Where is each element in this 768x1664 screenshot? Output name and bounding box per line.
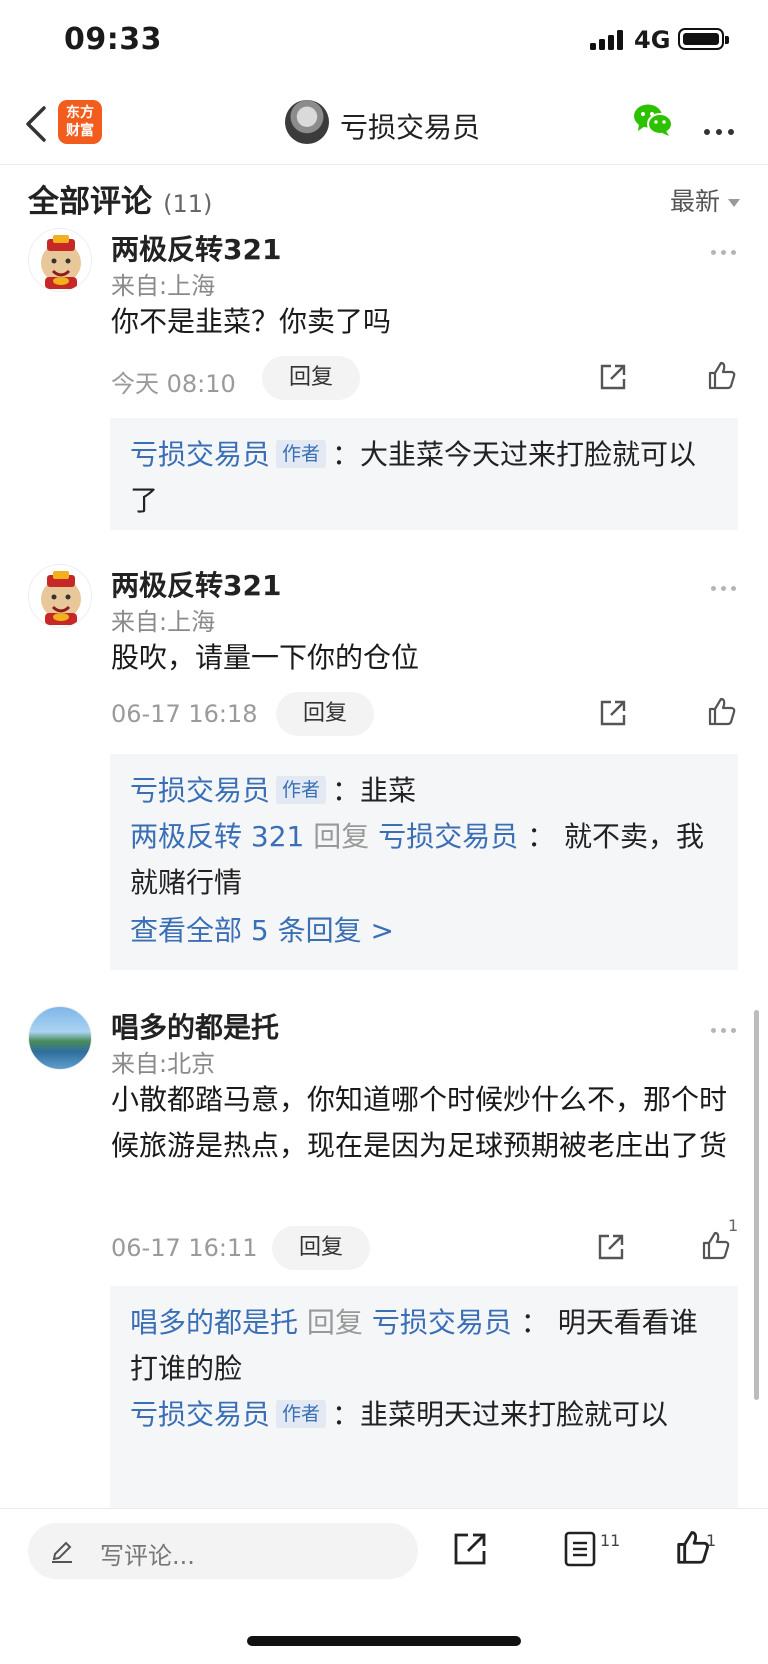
view-all-replies-link[interactable]: 查看全部 5 条回复 > xyxy=(130,908,718,954)
share-icon[interactable] xyxy=(598,698,628,728)
reply-author[interactable]: 亏损交易员 xyxy=(130,438,270,471)
reply-box: 亏损交易员 作者 ：韭菜 两极反转 321 回复 亏损交易员 ： 就不卖，我就赌行情… xyxy=(110,754,738,970)
reply-author[interactable]: 亏损交易员 xyxy=(130,1398,270,1431)
author-badge: 作者 xyxy=(276,440,327,468)
reply-line: 亏损交易员 作者 ：大韭菜今天过来打脸就可以了 xyxy=(130,432,718,524)
god-of-wealth-avatar-icon xyxy=(41,571,81,625)
reply-box: 唱多的都是托 回复 亏损交易员 ： 明天看看谁打谁的脸 亏损交易员 作者 ：韭菜明天… xyxy=(110,1286,738,1526)
reply-line: 亏损交易员 作者 ：韭菜 xyxy=(130,768,718,814)
pen-icon xyxy=(52,1541,72,1563)
comment-location: 来自:上海 xyxy=(111,272,216,300)
back-icon[interactable] xyxy=(24,104,48,144)
comment-more-icon[interactable] xyxy=(711,576,741,595)
comment-username[interactable]: 两极反转321 xyxy=(111,228,281,268)
comment-time: 06-17 16:11 xyxy=(111,1234,258,1262)
reply-text: 韭菜 xyxy=(360,774,417,807)
reply-separator: ： xyxy=(332,438,361,471)
like-icon[interactable] xyxy=(706,360,738,392)
reply-author[interactable]: 亏损交易员 xyxy=(130,774,270,807)
comments-count: (11) xyxy=(163,190,213,218)
like-count: 1 xyxy=(728,1216,739,1235)
comment-time: 06-17 16:18 xyxy=(111,700,258,728)
wechat-icon[interactable] xyxy=(633,102,673,138)
user-avatar[interactable] xyxy=(28,564,92,628)
page-title[interactable]: 亏损交易员 xyxy=(340,106,480,146)
home-indicator xyxy=(247,1636,521,1646)
reply-verb: 回复 xyxy=(306,1306,363,1339)
comment-location: 来自:上海 xyxy=(111,608,216,636)
comment-more-icon[interactable] xyxy=(711,1018,741,1037)
caret-down-icon xyxy=(728,199,740,207)
bottom-bar: 写评论... 11 1 xyxy=(0,1508,768,1664)
share-icon[interactable] xyxy=(452,1531,488,1567)
reply-line: 唱多的都是托 回复 亏损交易员 ： 明天看看谁打谁的脸 xyxy=(130,1300,718,1392)
god-of-wealth-avatar-icon xyxy=(41,235,81,289)
reply-box: 亏损交易员 作者 ：大韭菜今天过来打脸就可以了 xyxy=(110,418,738,530)
nav-bar: 东方 财富 亏损交易员 xyxy=(0,84,768,165)
comment-username[interactable]: 唱多的都是托 xyxy=(111,1006,279,1046)
comment-text: 股吹，请量一下你的仓位 xyxy=(111,641,420,674)
author-badge: 作者 xyxy=(276,1400,327,1428)
comment-location: 来自:北京 xyxy=(111,1050,216,1078)
status-time: 09:33 xyxy=(64,22,162,57)
author-avatar[interactable] xyxy=(285,100,329,144)
app-logo-line1: 东方 xyxy=(66,105,94,121)
reply-line: 两极反转 321 回复 亏损交易员 ： 就不卖，我就赌行情 xyxy=(130,814,718,906)
reply-separator: ： xyxy=(332,774,361,807)
reply-button[interactable]: 回复 xyxy=(262,356,360,400)
comment-username[interactable]: 两极反转321 xyxy=(111,564,281,604)
reply-text: 韭菜明天过来打脸就可以 xyxy=(360,1398,669,1431)
battery-icon xyxy=(678,28,729,50)
reply-verb: 回复 xyxy=(313,820,370,853)
more-options-icon[interactable] xyxy=(704,120,740,139)
sort-dropdown[interactable]: 最新 xyxy=(670,182,740,218)
sort-label: 最新 xyxy=(669,187,720,216)
reply-target[interactable]: 亏损交易员 xyxy=(378,820,518,853)
reply-author[interactable]: 两极反转 321 xyxy=(130,820,304,853)
user-avatar[interactable] xyxy=(28,228,92,292)
reply-separator: ： xyxy=(332,1398,361,1431)
reply-button[interactable]: 回复 xyxy=(276,692,374,736)
signal-icon xyxy=(590,30,623,50)
reply-button[interactable]: 回复 xyxy=(272,1226,370,1270)
comments-list-icon[interactable] xyxy=(564,1531,596,1567)
reply-author[interactable]: 唱多的都是托 xyxy=(130,1306,298,1339)
comment-text: 你不是韭菜？你卖了吗 xyxy=(111,305,392,338)
write-comment-placeholder: 写评论... xyxy=(100,1542,195,1570)
scrollbar[interactable] xyxy=(754,1010,759,1400)
share-icon[interactable] xyxy=(598,362,628,392)
reply-target[interactable]: 亏损交易员 xyxy=(372,1306,512,1339)
share-icon[interactable] xyxy=(596,1232,626,1262)
comment-time: 今天 08:10 xyxy=(111,370,236,398)
comment-more-icon[interactable] xyxy=(711,240,741,259)
status-bar: 09:33 4G xyxy=(0,0,768,84)
comments-title: 全部评论 xyxy=(28,184,152,220)
comments-header: 全部评论 (11) 最新 xyxy=(28,176,740,220)
app-logo-line2: 财富 xyxy=(66,123,94,139)
reply-separator: ： xyxy=(520,1306,549,1339)
network-label: 4G xyxy=(634,26,671,54)
comment-count-badge: 11 xyxy=(600,1531,621,1550)
like-icon[interactable] xyxy=(706,696,738,728)
reply-line: 亏损交易员 作者 ：韭菜明天过来打脸就可以 xyxy=(130,1392,718,1438)
app-logo[interactable]: 东方 财富 xyxy=(58,100,102,144)
reply-separator: ： xyxy=(527,820,556,853)
user-avatar[interactable] xyxy=(28,1006,92,1070)
author-badge: 作者 xyxy=(276,776,327,804)
write-comment-input[interactable]: 写评论... xyxy=(28,1523,418,1579)
comment-text: 小散都踏马意，你知道哪个时候炒什么不，那个时候旅游是热点，现在是因为足球预期被老… xyxy=(111,1083,728,1162)
like-count-badge: 1 xyxy=(706,1531,717,1550)
